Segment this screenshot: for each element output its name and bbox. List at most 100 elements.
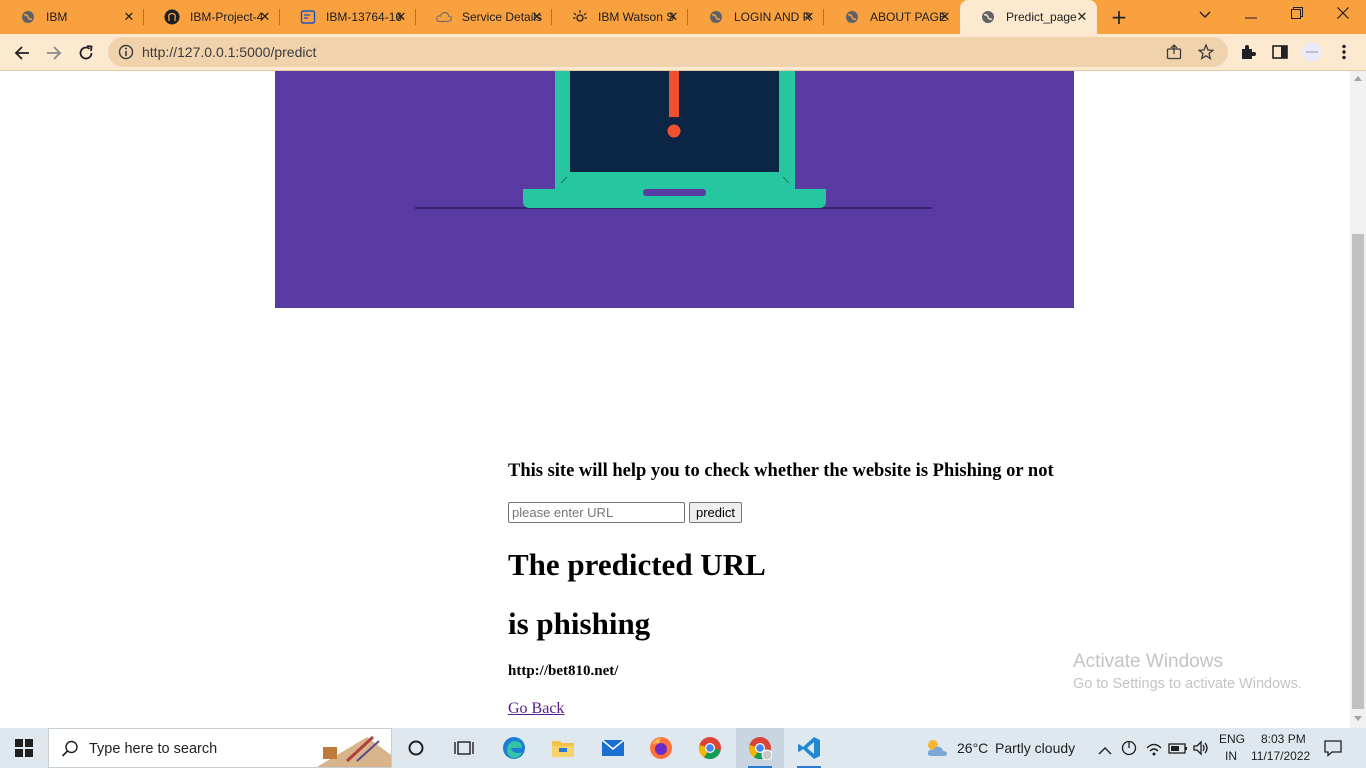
doc-icon [300, 9, 316, 25]
share-icon[interactable] [1166, 44, 1182, 64]
tab-login[interactable]: LOGIN AND R ✕ [688, 0, 824, 34]
chrome-icon [698, 737, 721, 760]
taskbar-vscode[interactable] [785, 728, 833, 768]
tab-predict-page[interactable]: Predict_page ✕ [960, 0, 1097, 34]
scroll-thumb[interactable] [1352, 234, 1364, 709]
folder-icon [552, 741, 574, 757]
input-region: IN [1225, 749, 1237, 763]
weather-description[interactable]: Partly cloudy [995, 728, 1075, 768]
github-icon [164, 9, 180, 25]
close-icon[interactable]: ✕ [938, 10, 952, 24]
forward-button[interactable] [41, 40, 67, 66]
cloud-icon [436, 9, 452, 25]
page-scrollbar[interactable] [1350, 71, 1366, 728]
taskbar-edge[interactable] [490, 728, 538, 768]
taskbar-search[interactable]: Type here to search [48, 728, 392, 768]
url-input[interactable] [508, 502, 685, 523]
close-icon[interactable]: ✕ [122, 10, 136, 24]
weather-icon [924, 736, 950, 764]
new-tab-button[interactable]: + [1108, 6, 1130, 28]
tab-ibm-doc[interactable]: IBM-13764-16 ✕ [280, 0, 416, 34]
back-button[interactable] [9, 40, 35, 66]
search-highlight-illustration [317, 731, 391, 771]
onedrive-icon[interactable] [1120, 739, 1138, 761]
scroll-up-arrow[interactable] [1354, 76, 1362, 81]
close-icon[interactable]: ✕ [666, 10, 680, 24]
side-panel-icon[interactable] [1270, 42, 1290, 62]
globe-icon [980, 9, 996, 25]
search-placeholder: Type here to search [89, 741, 218, 757]
extensions-icon[interactable] [1238, 42, 1258, 62]
bookmark-star-icon[interactable] [1197, 43, 1215, 64]
clock-time[interactable]: 8:03 PM [1261, 732, 1306, 746]
browser-toolbar: http://127.0.0.1:5000/predict [0, 34, 1366, 71]
result-heading: The predicted URL [508, 547, 766, 582]
page-viewport: This site will help you to check whether… [0, 71, 1350, 728]
profile-avatar[interactable] [1302, 42, 1322, 62]
notification-icon[interactable] [1324, 739, 1342, 761]
globe-icon [20, 9, 36, 25]
restore-button[interactable] [1274, 0, 1320, 30]
windows-logo-icon [15, 739, 33, 757]
close-icon[interactable]: ✕ [1075, 10, 1089, 24]
task-view-icon [454, 741, 474, 755]
vscode-icon [798, 737, 820, 759]
task-view-button[interactable] [440, 728, 488, 768]
scroll-down-arrow[interactable] [1354, 716, 1362, 721]
tab-ibm[interactable]: IBM ✕ [0, 0, 144, 34]
chrome-profile-icon [748, 737, 772, 760]
start-button[interactable] [0, 728, 48, 768]
firefox-icon [650, 737, 672, 759]
taskbar-mail[interactable] [589, 728, 637, 768]
tab-label: IBM [46, 10, 68, 24]
tab-github[interactable]: IBM-Project-4 ✕ [144, 0, 280, 34]
tab-about[interactable]: ABOUT PAGE ✕ [824, 0, 960, 34]
laptop-alert-illustration [415, 71, 932, 209]
go-back-link[interactable]: Go Back [508, 700, 1054, 718]
cortana-button[interactable] [392, 728, 440, 768]
input-language[interactable]: ENG [1219, 732, 1245, 746]
reload-button[interactable] [73, 40, 99, 66]
info-icon[interactable] [118, 44, 134, 64]
close-icon[interactable]: ✕ [258, 10, 272, 24]
tab-service-details[interactable]: Service Details ✕ [416, 0, 552, 34]
taskbar-chrome[interactable] [686, 728, 734, 768]
edge-icon [503, 737, 525, 759]
close-icon[interactable]: ✕ [530, 10, 544, 24]
weather-temperature[interactable]: 26°C [957, 728, 988, 768]
address-bar[interactable]: http://127.0.0.1:5000/predict [108, 37, 1228, 67]
close-icon[interactable]: ✕ [394, 10, 408, 24]
minimize-button[interactable] [1228, 0, 1274, 30]
globe-icon [844, 9, 860, 25]
taskbar-file-explorer[interactable] [539, 728, 587, 768]
result-verdict: is phishing [508, 606, 651, 641]
cortana-icon [408, 740, 424, 756]
search-icon [61, 740, 79, 762]
predict-button[interactable]: predict [689, 502, 743, 523]
windows-taskbar: Type here to search 26°C Partly cloudy E… [0, 728, 1366, 768]
watson-icon [572, 9, 588, 25]
close-window-button[interactable] [1320, 0, 1366, 30]
predict-form: predict [508, 502, 1054, 523]
hero-banner [275, 71, 1074, 308]
watermark-subtitle: Go to Settings to activate Windows. [1073, 676, 1302, 692]
page-subtitle: This site will help you to check whether… [508, 461, 1054, 481]
activate-windows-watermark: Activate Windows Go to Settings to activ… [1073, 651, 1302, 692]
mail-icon [601, 739, 625, 756]
tab-ibm-watson[interactable]: IBM Watson S ✕ [552, 0, 688, 34]
show-hidden-icons-chevron-icon[interactable] [1098, 741, 1112, 760]
close-icon[interactable]: ✕ [802, 10, 816, 24]
globe-icon [708, 9, 724, 25]
taskbar-chrome-active[interactable] [736, 728, 784, 768]
menu-kebab-icon[interactable] [1334, 42, 1354, 62]
tested-url: http://bet810.net/ [508, 663, 619, 679]
volume-icon[interactable] [1192, 739, 1210, 761]
tab-search-button[interactable] [1182, 0, 1228, 30]
taskbar-firefox[interactable] [637, 728, 685, 768]
battery-icon[interactable] [1168, 739, 1188, 761]
wifi-icon[interactable] [1145, 739, 1163, 761]
address-url: http://127.0.0.1:5000/predict [142, 44, 317, 60]
browser-tabstrip: IBM ✕ IBM-Project-4 ✕ IBM-13764-16 ✕ Ser… [0, 0, 1366, 34]
predict-content: This site will help you to check whether… [508, 461, 1054, 718]
clock-date: 11/17/2022 [1251, 749, 1311, 763]
